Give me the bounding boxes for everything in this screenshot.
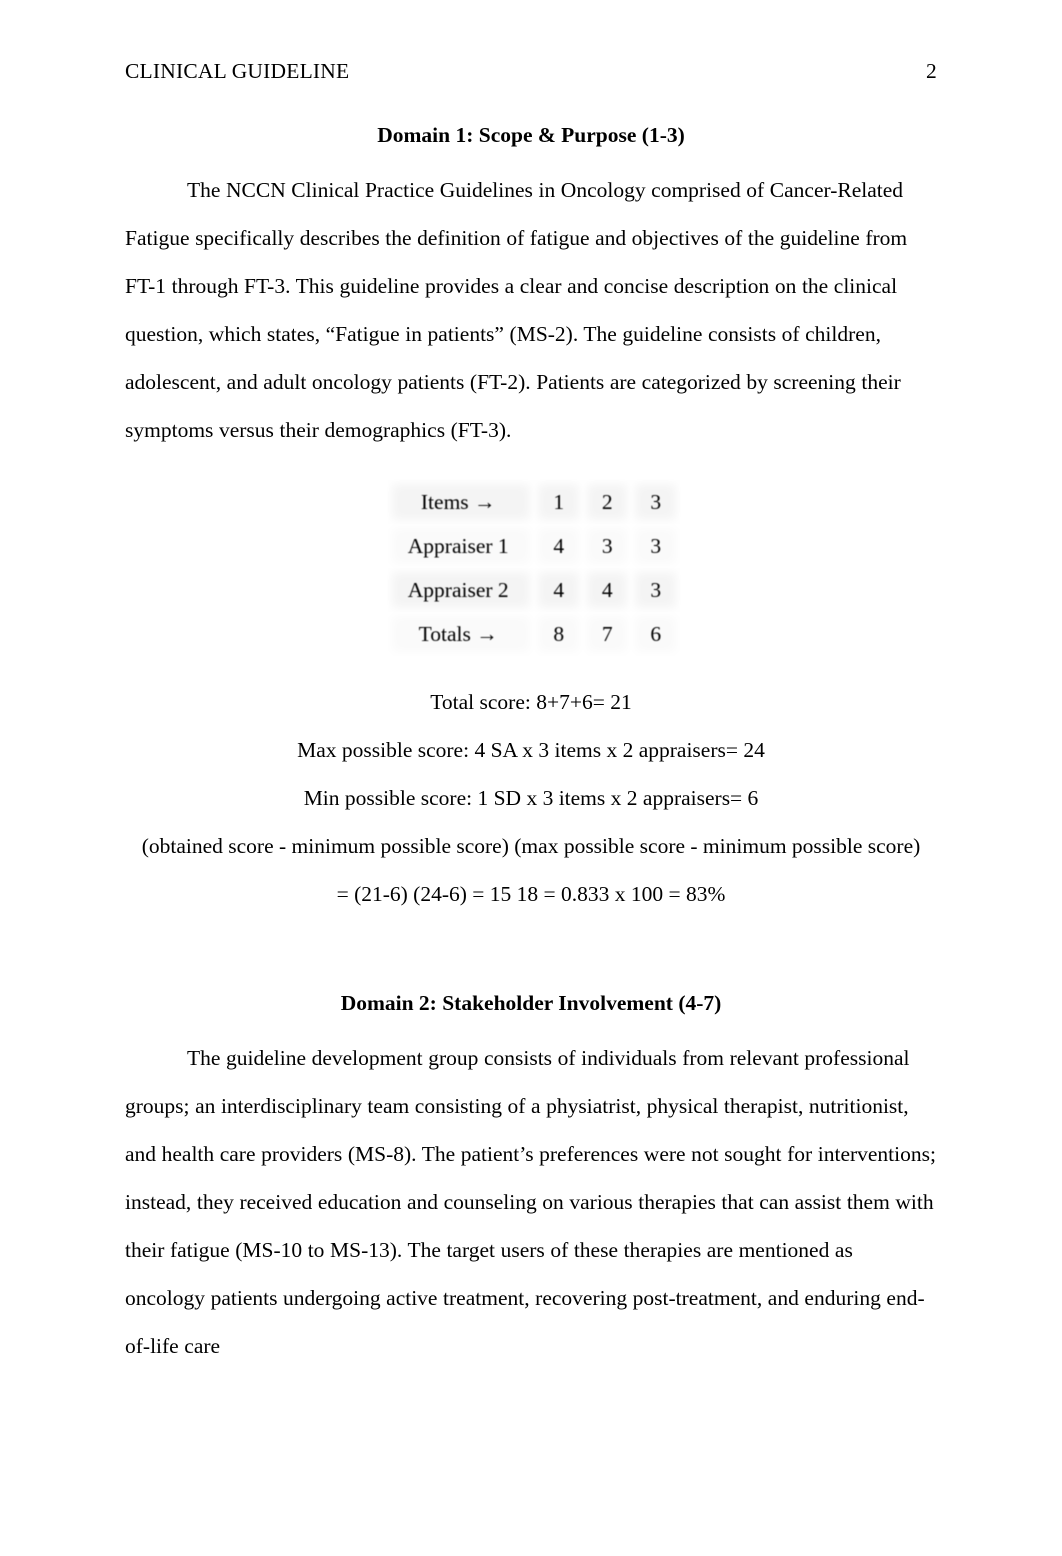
score-result-line: = (21-6) (24-6) = 15 18 = 0.833 x 100 = … — [336, 882, 726, 906]
max-possible-score-line: Max possible score: 4 SA x 3 items x 2 a… — [297, 738, 765, 762]
appraisal-score-table: Items → 1 2 3 Appraiser 1 4 3 3 Appraise… — [388, 480, 680, 656]
row-label: Appraiser 2 — [388, 568, 535, 612]
table-cell: 1 — [534, 480, 583, 524]
running-header-title: CLINICAL GUIDELINE — [125, 59, 350, 83]
row-label: Items → — [388, 480, 535, 524]
table-row: Appraiser 1 4 3 3 — [388, 524, 680, 568]
table-row: Totals → 8 7 6 — [388, 612, 680, 656]
table-row: Items → 1 2 3 — [388, 480, 680, 524]
domain-1-heading: Domain 1: Scope & Purpose (1-3) — [377, 123, 685, 147]
table-cell: 7 — [582, 612, 632, 656]
document-page: CLINICAL GUIDELINE 2 Domain 1: Scope & P… — [0, 0, 1062, 1556]
page-number: 2 — [926, 59, 937, 83]
total-score-line: Total score: 8+7+6= 21 — [430, 690, 632, 714]
table-cell: 3 — [631, 480, 680, 524]
domain-1-paragraph: The NCCN Clinical Practice Guidelines in… — [125, 178, 908, 442]
domain-2-heading: Domain 2: Stakeholder Involvement (4-7) — [340, 991, 722, 1015]
table-cell: 3 — [631, 568, 680, 612]
table-cell: 2 — [582, 480, 632, 524]
table-row: Appraiser 2 4 4 3 — [388, 568, 680, 612]
row-label: Totals → — [388, 612, 535, 656]
row-label: Appraiser 1 — [388, 524, 535, 568]
table-cell: 4 — [534, 524, 583, 568]
table-cell: 6 — [631, 612, 680, 656]
domain-2-paragraph: The guideline development group consists… — [125, 1046, 936, 1358]
table-cell: 8 — [534, 612, 583, 656]
score-formula-line: (obtained score - minimum possible score… — [141, 834, 921, 858]
min-possible-score-line: Min possible score: 1 SD x 3 items x 2 a… — [303, 786, 759, 810]
table-cell: 3 — [631, 524, 680, 568]
table-cell: 4 — [534, 568, 583, 612]
running-header: CLINICAL GUIDELINE 2 — [125, 58, 937, 84]
score-table-container: Items → 1 2 3 Appraiser 1 4 3 3 Appraise… — [125, 472, 937, 678]
table-cell: 4 — [582, 568, 632, 612]
table-cell: 3 — [582, 524, 632, 568]
document-body: Domain 1: Scope & Purpose (1-3) The NCCN… — [125, 118, 937, 1370]
